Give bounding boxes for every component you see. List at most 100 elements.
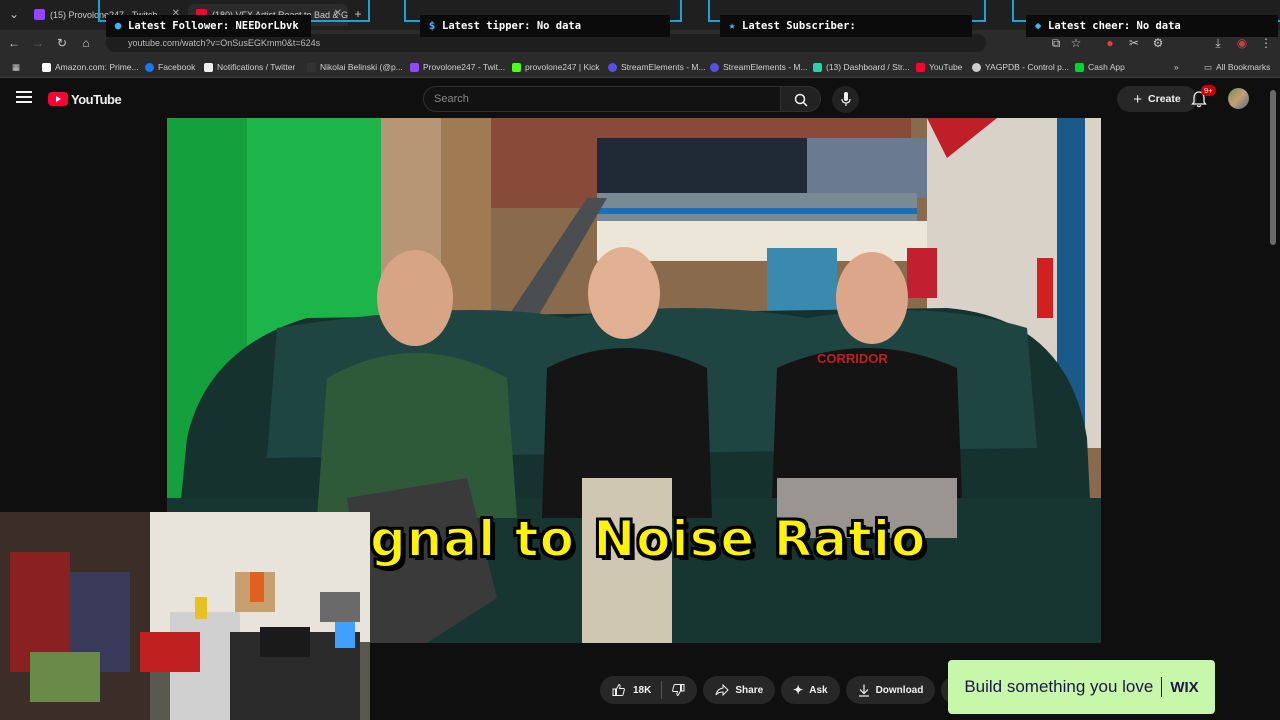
diamond-icon: ◆ (1034, 19, 1042, 32)
youtube-icon (916, 62, 925, 72)
thumbs-down-icon (672, 684, 685, 696)
bookmark-item[interactable]: YouTube (916, 61, 962, 73)
all-bookmarks-label: All Bookmarks (1216, 62, 1271, 72)
home-icon[interactable]: ⌂ (78, 35, 94, 51)
overlay-bar: ● Latest Follower: NEEDorLbvk (106, 15, 311, 37)
avatar[interactable] (1228, 88, 1249, 109)
bookmark-item[interactable]: Facebook (145, 61, 195, 73)
person-icon: ● (114, 19, 122, 32)
overlay-text: Latest Follower: NEEDorLbvk (128, 20, 299, 32)
more-bookmarks-icon[interactable]: » (1174, 61, 1179, 73)
download-button[interactable]: Download (845, 676, 936, 704)
overlay-latest-tipper: $ Latest tipper: No data (404, 0, 682, 42)
thumbs-up-icon (612, 684, 625, 696)
star-icon: ★ (728, 19, 736, 32)
bookmark-item[interactable]: StreamElements - M... (608, 61, 706, 73)
back-icon[interactable]: ← (6, 35, 22, 51)
like-button[interactable]: 18K (612, 681, 663, 699)
twitch-favicon-icon (34, 9, 45, 20)
like-dislike-group: 18K (600, 676, 698, 704)
reload-icon[interactable]: ↻ (54, 35, 70, 51)
ad-divider (1161, 677, 1163, 697)
search-icon (794, 93, 808, 107)
download-icon (858, 684, 869, 697)
page-scrollbar[interactable] (1270, 90, 1276, 245)
overlay-latest-follower: ● Latest Follower: NEEDorLbvk (98, 0, 370, 42)
share-label: Share (735, 684, 764, 696)
bookmark-label: StreamElements - M... (723, 62, 808, 72)
youtube-header: YouTube Search + Create 9+ (0, 80, 1280, 118)
sparkle-icon: ✦ (793, 683, 804, 697)
video-actions: 18K Share ✦ Ask Download ⋯ (600, 676, 970, 704)
plus-icon: + (1133, 90, 1143, 108)
bookmark-item[interactable]: Cash App (1075, 61, 1125, 73)
bookmark-item[interactable]: (13) Dashboard / Str... (813, 61, 910, 73)
overlay-latest-subscriber: ★ Latest Subscriber: (708, 0, 986, 42)
search-input[interactable]: Search (423, 86, 781, 112)
dollar-icon: $ (428, 19, 436, 32)
bookmark-label: Facebook (158, 62, 196, 72)
microphone-icon (841, 92, 851, 106)
wix-ad-banner[interactable]: Build something you love WIX (948, 660, 1215, 714)
kick-icon (512, 62, 521, 72)
x-twitter-icon (204, 62, 213, 72)
overlay-bar: ★ Latest Subscriber: (720, 15, 972, 37)
hamburger-menu-icon[interactable] (16, 90, 32, 104)
all-bookmarks[interactable]: ▭ All Bookmarks (1204, 61, 1270, 73)
tiktok-icon (307, 62, 316, 72)
youtube-logo-text: YouTube (71, 91, 122, 107)
tab-search-icon[interactable]: ⌄ (6, 6, 22, 22)
bookmark-label: StreamElements - M... (621, 62, 706, 72)
forward-icon[interactable]: → (30, 35, 46, 51)
bookmark-label: (13) Dashboard / Str... (826, 62, 910, 72)
bookmark-label: provolone247 | Kick (525, 62, 600, 72)
facebook-icon (145, 62, 154, 72)
create-label: Create (1148, 93, 1181, 105)
bookmark-item[interactable]: Nikolai Belinski (@p... (307, 61, 403, 73)
amazon-icon (42, 62, 51, 72)
dislike-button[interactable] (662, 684, 697, 696)
bookmark-label: Cash App (1088, 62, 1125, 72)
create-button[interactable]: + Create (1117, 86, 1197, 112)
bookmark-label: YAGPDB - Control p... (985, 62, 1069, 72)
youtube-play-icon (48, 92, 68, 106)
overlay-latest-cheer: ◆ Latest cheer: No data (1012, 0, 1280, 42)
ask-button[interactable]: ✦ Ask (781, 676, 840, 704)
download-label: Download (875, 684, 924, 696)
bookmark-label: Notifications / Twitter (217, 62, 296, 72)
bookmark-item[interactable]: Amazon.com: Prime... (42, 61, 139, 73)
folder-icon: ▭ (1204, 61, 1213, 72)
video-caption: gnal to Noise Ratio (370, 510, 927, 569)
bookmark-item[interactable]: Provolone247 - Twit... (410, 61, 505, 73)
bookmark-item[interactable]: provolone247 | Kick (512, 61, 600, 73)
share-icon (715, 684, 730, 696)
wix-logo: WIX (1170, 678, 1199, 696)
bookmark-item[interactable]: StreamElements - M... (710, 61, 808, 73)
search-button[interactable] (781, 86, 821, 112)
webcam-feed (0, 512, 370, 720)
ask-label: Ask (809, 684, 828, 696)
webcam-image (0, 512, 370, 720)
bookmark-label: Amazon.com: Prime... (55, 62, 139, 72)
overlay-text: Latest cheer: No data (1048, 20, 1181, 32)
overlay-text: Latest tipper: No data (442, 20, 582, 32)
dashboard-icon (813, 62, 822, 72)
bookmark-label: YouTube (929, 62, 963, 72)
yagpdb-icon (972, 62, 981, 72)
voice-search-button[interactable] (832, 86, 859, 113)
youtube-logo[interactable]: YouTube (48, 90, 122, 108)
ad-text: Build something you love (964, 677, 1154, 696)
apps-icon[interactable]: ▦ (12, 61, 20, 73)
overlay-bar: $ Latest tipper: No data (420, 15, 670, 37)
overlay-bar: ◆ Latest cheer: No data (1026, 15, 1278, 37)
twitch-icon (410, 62, 419, 72)
overlay-text: Latest Subscriber: (742, 20, 856, 32)
share-button[interactable]: Share (703, 676, 776, 704)
like-count: 18K (633, 684, 652, 696)
streamelements-icon (710, 62, 719, 72)
bookmark-item[interactable]: Notifications / Twitter (204, 61, 295, 73)
notifications-button[interactable]: 9+ (1191, 85, 1216, 108)
bookmark-label: Nikolai Belinski (@p... (320, 62, 403, 72)
bookmark-item[interactable]: YAGPDB - Control p... (972, 61, 1069, 73)
cashapp-icon (1075, 62, 1084, 72)
